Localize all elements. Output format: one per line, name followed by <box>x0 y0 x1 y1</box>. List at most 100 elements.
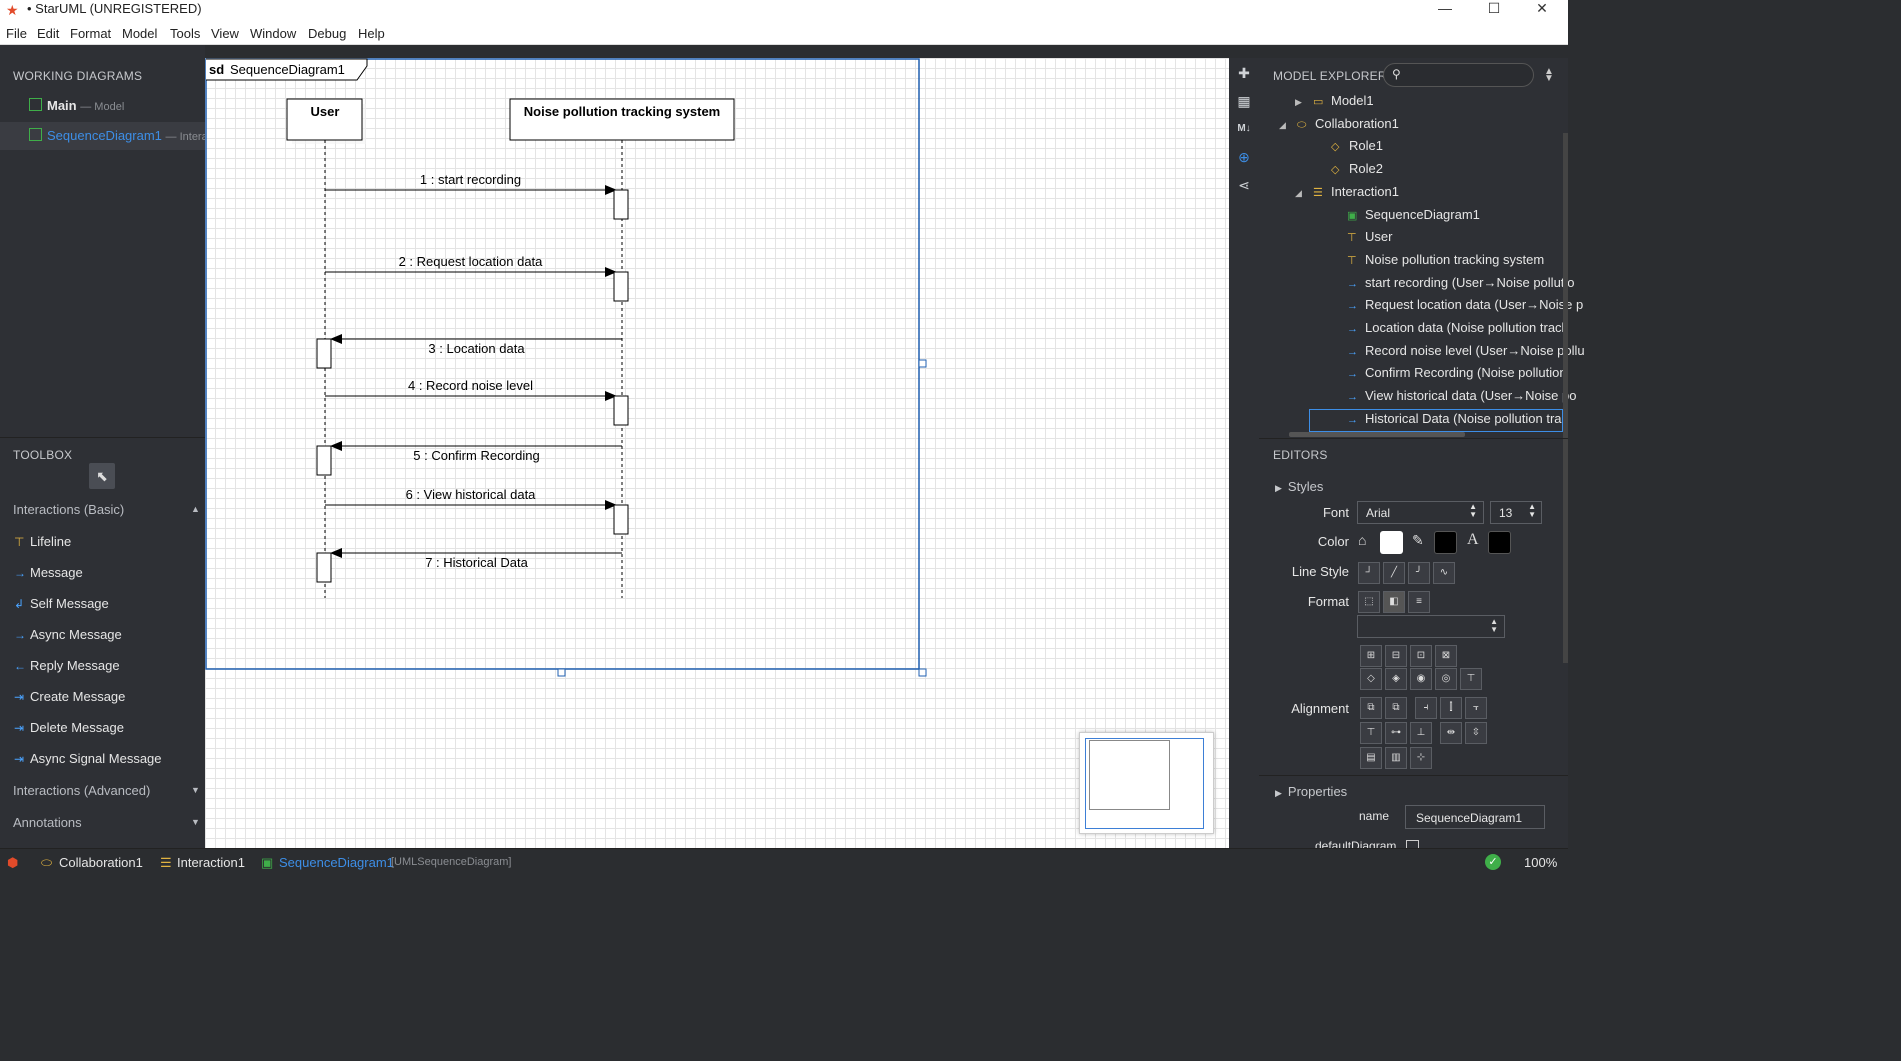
tree-item[interactable]: → View historical data (User→Noise po <box>1347 388 1576 403</box>
menu-format[interactable]: Format <box>70 26 111 41</box>
activation-bar[interactable] <box>316 338 332 369</box>
tree-item[interactable]: → Confirm Recording (Noise pollution <box>1347 365 1567 380</box>
suppress-receptions-icon[interactable]: ⊡ <box>1410 645 1432 667</box>
menu-tools[interactable]: Tools <box>170 26 200 41</box>
navigator-icon[interactable]: ⊕ <box>1234 147 1254 167</box>
align-middle-icon[interactable]: ⊶ <box>1385 722 1407 744</box>
vertical-scrollbar[interactable] <box>1563 133 1568 663</box>
menu-view[interactable]: View <box>211 26 239 41</box>
collapse-down-icon[interactable]: ◢ <box>1279 120 1286 131</box>
working-diagram-sequencediagram1[interactable]: SequenceDiagram1 — Interaction1 <box>0 122 205 150</box>
show-properties-icon[interactable]: ◉ <box>1410 668 1432 690</box>
zoom-level[interactable]: 100% <box>1524 855 1557 870</box>
name-property-field[interactable]: SequenceDiagram1 <box>1405 805 1545 829</box>
resize-handle[interactable] <box>918 668 927 677</box>
show-visibility-icon[interactable]: ◇ <box>1360 668 1382 690</box>
tree-item[interactable]: ◇ Role1 <box>1331 138 1383 153</box>
expand-right-icon[interactable]: ▶ <box>1295 97 1302 108</box>
show-operation-signature-icon[interactable]: ◎ <box>1435 668 1457 690</box>
activation-bar[interactable] <box>613 395 629 426</box>
minimap[interactable] <box>1079 732 1214 834</box>
space-vertical-icon[interactable]: ⇳ <box>1465 722 1487 744</box>
suppress-literals-icon[interactable]: ⊠ <box>1435 645 1457 667</box>
font-select[interactable]: Arial ▲ ▼ <box>1357 501 1484 524</box>
tree-item[interactable]: ▭ Model1 <box>1313 93 1374 108</box>
tool-self-message[interactable]: ↲ Self Message <box>14 596 109 611</box>
tree-item[interactable]: ▣ SequenceDiagram1 <box>1347 207 1480 222</box>
tool-create-message[interactable]: ⇥ Create Message <box>14 689 125 704</box>
styles-section[interactable]: ▶ Styles <box>1275 479 1323 494</box>
maximize-button[interactable]: ☐ <box>1471 0 1517 21</box>
share-icon[interactable]: ⋖ <box>1234 175 1254 195</box>
frame-border[interactable] <box>205 58 920 670</box>
align-top-icon[interactable]: ⊤ <box>1360 722 1382 744</box>
activation-bar[interactable] <box>316 552 332 583</box>
category-interactions-basic[interactable]: Interactions (Basic) ▲ <box>13 502 200 517</box>
search-input[interactable] <box>1408 66 1526 84</box>
bring-to-front-icon[interactable]: ⧉ <box>1360 697 1382 719</box>
fill-color-swatch[interactable] <box>1380 531 1403 554</box>
properties-section[interactable]: ▶ Properties <box>1275 784 1347 799</box>
align-bottom-icon[interactable]: ⊥ <box>1410 722 1432 744</box>
collapse-down-icon[interactable]: ◢ <box>1295 188 1302 199</box>
crumb-collaboration[interactable]: Collaboration1 <box>59 855 143 870</box>
show-type-icon[interactable]: ⊤ <box>1460 668 1482 690</box>
stereotype-display-select[interactable]: ▲ ▼ <box>1357 615 1505 638</box>
tree-item[interactable]: → Request location data (User→Noise p <box>1347 297 1583 312</box>
pointer-tool-icon[interactable]: ⬉ <box>89 463 115 489</box>
tool-async-message[interactable]: → Async Message <box>14 627 122 642</box>
suppress-operations-icon[interactable]: ⊟ <box>1385 645 1407 667</box>
suppress-attributes-icon[interactable]: ⊞ <box>1360 645 1382 667</box>
word-wrap-icon[interactable]: ≡ <box>1408 591 1430 613</box>
tool-message[interactable]: → Message <box>14 565 83 580</box>
menu-model[interactable]: Model <box>122 26 157 41</box>
validation-ok-icon[interactable]: ✓ <box>1485 854 1501 870</box>
font-size-stepper[interactable]: 13 ▲ ▼ <box>1490 501 1542 524</box>
menu-window[interactable]: Window <box>250 26 296 41</box>
tree-item[interactable]: → Location data (Noise pollution track <box>1347 320 1568 335</box>
menu-debug[interactable]: Debug <box>308 26 346 41</box>
same-height-icon[interactable]: ▤ <box>1360 747 1382 769</box>
menu-edit[interactable]: Edit <box>37 26 59 41</box>
resize-handle[interactable] <box>557 668 566 677</box>
tool-delete-message[interactable]: ⇥ Delete Message <box>14 720 124 735</box>
line-color-swatch[interactable] <box>1434 531 1457 554</box>
markdown-icon[interactable]: M↓ <box>1234 119 1254 139</box>
crumb-sequence-diagram[interactable]: SequenceDiagram1 <box>279 855 394 870</box>
sort-icon[interactable]: ▲ ▼ <box>1544 67 1554 84</box>
layout-icon[interactable]: ▦ <box>1234 91 1254 111</box>
category-annotations[interactable]: Annotations ▼ <box>13 815 200 830</box>
diagram-canvas[interactable]: sd SequenceDiagram1 User Noise pollution… <box>205 58 1229 848</box>
activation-bar[interactable] <box>613 504 629 535</box>
tree-item[interactable]: ⊤ User <box>1347 229 1392 244</box>
menu-file[interactable]: File <box>6 26 27 41</box>
tool-reply-message[interactable]: ← Reply Message <box>14 658 120 673</box>
horizontal-scrollbar[interactable] <box>1289 432 1465 437</box>
tree-item[interactable]: → Historical Data (Noise pollution trac <box>1347 411 1568 426</box>
category-interactions-advanced[interactable]: Interactions (Advanced) ▼ <box>13 783 200 798</box>
activation-bar[interactable] <box>316 445 332 476</box>
show-namespace-icon[interactable]: ◈ <box>1385 668 1407 690</box>
tree-item[interactable]: ⬭ Collaboration1 <box>1297 116 1399 132</box>
tree-item[interactable]: ◇ Role2 <box>1331 161 1383 176</box>
activation-bar[interactable] <box>613 189 629 220</box>
close-button[interactable]: ✕ <box>1519 0 1565 21</box>
same-size-icon[interactable]: ⊹ <box>1410 747 1432 769</box>
line-style-rounded-icon[interactable]: ╯ <box>1408 562 1430 584</box>
tree-item[interactable]: ⊤ Noise pollution tracking system <box>1347 252 1544 267</box>
tree-item[interactable]: → Record noise level (User→Noise pollu <box>1347 343 1585 358</box>
same-width-icon[interactable]: ▥ <box>1385 747 1407 769</box>
tool-async-signal-message[interactable]: ⇥ Async Signal Message <box>14 751 162 766</box>
menu-help[interactable]: Help <box>358 26 385 41</box>
tree-item[interactable]: → start recording (User→Noise pollutio <box>1347 275 1575 290</box>
font-color-swatch[interactable] <box>1488 531 1511 554</box>
search-box[interactable]: ⚲ <box>1383 63 1534 87</box>
align-center-icon[interactable]: ⫿ <box>1440 697 1462 719</box>
align-right-icon[interactable]: ⫟ <box>1465 697 1487 719</box>
space-horizontal-icon[interactable]: ⇹ <box>1440 722 1462 744</box>
extension-manager-icon[interactable]: ✚ <box>1234 63 1254 83</box>
activation-bar[interactable] <box>613 271 629 302</box>
line-style-rectilinear-icon[interactable]: ┘ <box>1358 562 1380 584</box>
working-diagram-main[interactable]: Main — Model <box>0 92 205 120</box>
send-to-back-icon[interactable]: ⧉ <box>1385 697 1407 719</box>
